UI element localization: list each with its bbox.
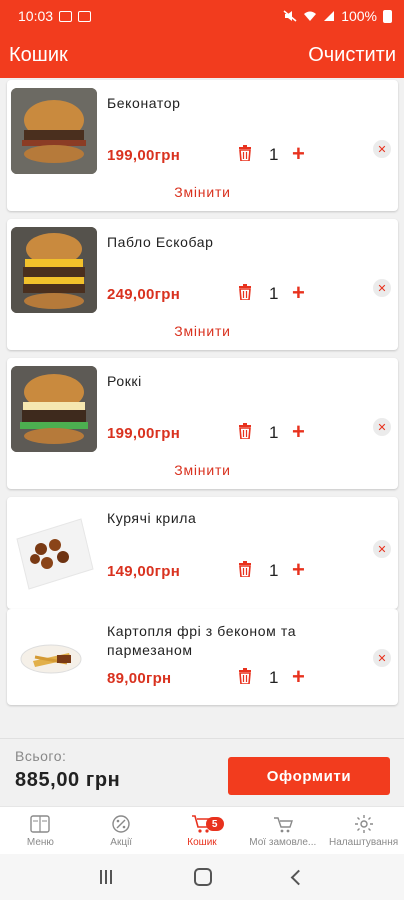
product-name: Роккі — [107, 373, 142, 389]
trash-icon[interactable] — [238, 423, 252, 439]
recent-apps-icon[interactable] — [100, 870, 114, 884]
product-image — [11, 617, 97, 697]
quantity-value: 1 — [269, 561, 279, 580]
product-image — [11, 88, 97, 174]
trash-icon[interactable] — [238, 284, 252, 300]
tab-settings[interactable]: Налаштування — [323, 807, 404, 855]
bottom-tab-bar: Меню Акції 5 Кошик Мої замовле... Налашт… — [0, 806, 404, 855]
tab-label: Кошик — [187, 837, 217, 848]
home-icon[interactable] — [194, 868, 213, 886]
menu-book-icon — [30, 815, 51, 833]
increase-quantity-button[interactable]: + — [292, 143, 305, 165]
cart-item: Пабло Ескобар 249,00грн 1 + ✕ Змінити — [7, 219, 398, 350]
battery-percent: 100% — [341, 8, 377, 24]
change-item-link[interactable]: Змінити — [7, 462, 398, 478]
product-name: Пабло Ескобар — [107, 234, 214, 250]
total-value: 885,00 грн — [15, 769, 121, 791]
quantity-value: 1 — [269, 423, 279, 442]
trash-icon[interactable] — [238, 561, 252, 577]
trash-icon[interactable] — [238, 668, 252, 684]
quantity-value: 1 — [269, 668, 279, 687]
product-price: 199,00грн — [107, 425, 181, 442]
product-name: Беконатор — [107, 95, 181, 111]
notification-icon — [78, 10, 92, 22]
cart-item: Беконатор 199,00грн 1 + ✕ Змінити — [7, 80, 398, 211]
product-image — [11, 366, 97, 452]
remove-item-button[interactable]: ✕ — [373, 649, 391, 667]
quantity-value: 1 — [269, 284, 279, 303]
increase-quantity-button[interactable]: + — [292, 282, 305, 304]
cart-item: Картопля фрі з беконом та пармезаном 89,… — [7, 609, 398, 705]
product-image — [11, 227, 97, 313]
product-name: Картопля фрі з беконом та пармезаном — [107, 623, 297, 658]
page-title: Кошик — [9, 43, 68, 66]
percent-icon — [112, 815, 130, 833]
cart-item: Роккі 199,00грн 1 + ✕ Змінити — [7, 358, 398, 489]
remove-item-button[interactable]: ✕ — [373, 540, 391, 558]
tab-label: Меню — [26, 837, 54, 848]
app-bar: Кошик Очистити — [0, 32, 404, 78]
increase-quantity-button[interactable]: + — [292, 559, 305, 581]
status-bar: 10:03 100% — [0, 0, 404, 32]
signal-icon — [324, 11, 335, 21]
gallery-icon — [59, 10, 73, 22]
status-time: 10:03 — [18, 8, 54, 24]
orders-icon — [273, 817, 293, 833]
order-summary: Всього: 885,00 грн Оформити — [0, 738, 404, 807]
clear-cart-button[interactable]: Очистити — [308, 44, 396, 67]
tab-promotions[interactable]: Акції — [81, 807, 162, 855]
product-price: 149,00грн — [107, 563, 181, 580]
wifi-icon — [304, 11, 317, 21]
tab-label: Мої замовле... — [249, 837, 317, 848]
product-price: 249,00грн — [107, 286, 181, 303]
increase-quantity-button[interactable]: + — [292, 421, 305, 443]
gear-icon — [354, 815, 373, 833]
tab-cart[interactable]: 5 Кошик — [162, 807, 243, 855]
system-navigation-bar — [0, 854, 404, 900]
cart-count-badge: 5 — [205, 817, 224, 831]
change-item-link[interactable]: Змінити — [7, 323, 398, 339]
product-price: 199,00грн — [107, 147, 181, 164]
cart-list[interactable]: Беконатор 199,00грн 1 + ✕ Змінити Пабло … — [0, 78, 404, 738]
total-label: Всього: — [15, 748, 67, 764]
quantity-value: 1 — [269, 145, 279, 164]
cart-item: Курячі крила 149,00грн 1 + ✕ — [7, 497, 398, 609]
tab-my-orders[interactable]: Мої замовле... — [242, 807, 323, 855]
mute-icon — [283, 10, 297, 22]
tab-menu[interactable]: Меню — [0, 807, 81, 855]
tab-label: Акції — [110, 837, 133, 848]
battery-icon — [383, 9, 392, 23]
remove-item-button[interactable]: ✕ — [373, 418, 391, 436]
remove-item-button[interactable]: ✕ — [373, 140, 391, 158]
remove-item-button[interactable]: ✕ — [373, 279, 391, 297]
increase-quantity-button[interactable]: + — [292, 666, 305, 688]
checkout-button[interactable]: Оформити — [228, 757, 390, 795]
product-name: Курячі крила — [107, 510, 197, 526]
tab-label: Налаштування — [329, 837, 399, 848]
change-item-link[interactable]: Змінити — [7, 184, 398, 200]
trash-icon[interactable] — [238, 145, 252, 161]
back-icon[interactable] — [290, 869, 307, 885]
product-price: 89,00грн — [107, 670, 172, 687]
product-image — [11, 509, 97, 595]
